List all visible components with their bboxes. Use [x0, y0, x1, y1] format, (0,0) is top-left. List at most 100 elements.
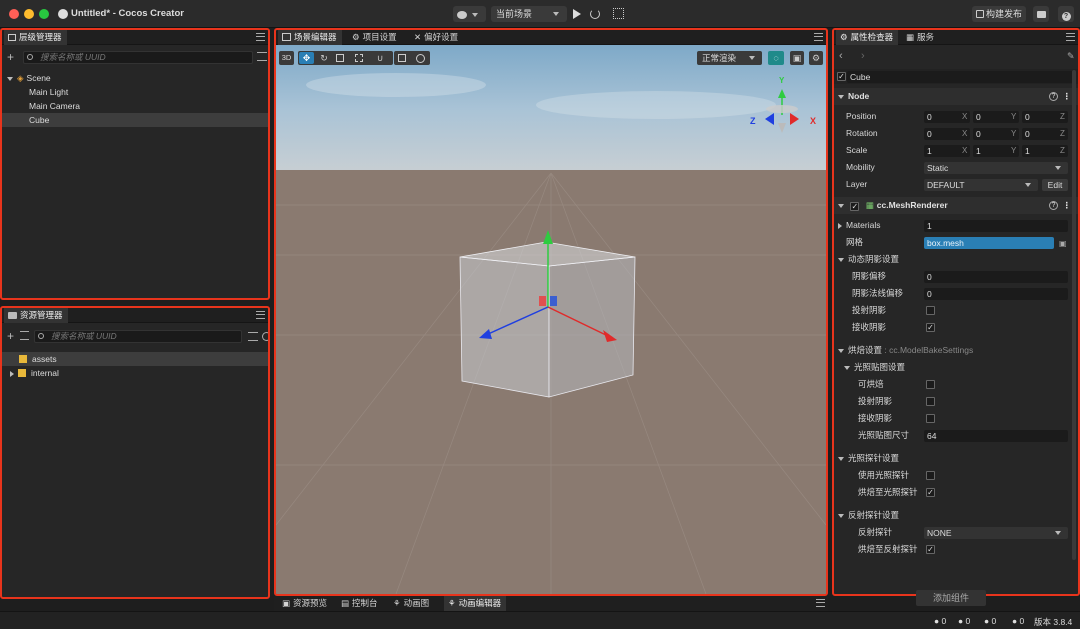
shadow-offset-input[interactable]: 0 — [924, 270, 1068, 283]
forward-icon[interactable]: › — [861, 50, 865, 62]
status-notification-count[interactable]: ● 0 — [1012, 616, 1024, 626]
bake-cast-shadow-checkbox[interactable] — [926, 397, 935, 406]
component-enabled-checkbox[interactable]: ✓ — [850, 202, 860, 211]
panel-menu-icon[interactable] — [814, 33, 823, 41]
add-component-button[interactable]: 添加组件 — [916, 590, 986, 606]
panel-menu-icon[interactable] — [1066, 33, 1075, 41]
tab-asset-preview[interactable]: ▣ 资源预览 — [278, 596, 332, 611]
lightmap-group[interactable]: 光照贴图设置 — [834, 360, 1078, 375]
back-icon[interactable]: ‹ — [839, 50, 843, 62]
more-icon[interactable]: ⋮ — [1063, 88, 1072, 105]
status-info-count[interactable]: ● 0 — [934, 616, 946, 626]
asset-item-internal[interactable]: internal — [2, 366, 268, 380]
play-icon[interactable] — [573, 9, 581, 19]
panel-menu-icon[interactable] — [816, 599, 825, 607]
camera-icon[interactable]: ▣ — [790, 51, 804, 65]
node-section-header[interactable]: Node ? ⋮ — [834, 88, 1078, 105]
snap-tool-icon[interactable]: ∪ — [373, 51, 387, 65]
layer-select[interactable]: DEFAULT — [924, 178, 1038, 191]
global-icon[interactable] — [416, 54, 425, 63]
refresh-icon[interactable] — [262, 332, 268, 341]
rect-tool-icon[interactable] — [355, 54, 363, 62]
add-asset-icon[interactable]: + — [7, 329, 14, 343]
move-tool-icon[interactable]: ✥ — [299, 52, 314, 64]
cast-shadow-checkbox[interactable] — [926, 306, 935, 315]
receive-shadow-checkbox[interactable]: ✓ — [926, 323, 935, 332]
qr-code-icon[interactable] — [613, 8, 624, 19]
more-icon[interactable]: ⋮ — [1063, 197, 1072, 214]
build-button[interactable]: 构建发布 — [972, 6, 1026, 22]
assets-search-input[interactable]: 搜索名称或 UUID — [34, 330, 242, 343]
help-icon[interactable]: ? — [1049, 201, 1058, 210]
status-log-count[interactable]: ● 0 — [958, 616, 970, 626]
tab-animation-graph[interactable]: ⚘ 动画图 — [389, 596, 434, 611]
status-error-count[interactable]: ● 0 — [984, 616, 996, 626]
image-icon: ▣ — [282, 598, 291, 608]
panel-menu-icon[interactable] — [256, 311, 265, 319]
use-light-probe-checkbox[interactable] — [926, 471, 935, 480]
shadow-normal-offset-input[interactable]: 0 — [924, 287, 1068, 300]
sort-icon[interactable] — [20, 331, 29, 340]
panel-menu-icon[interactable] — [256, 33, 265, 41]
platform-select[interactable] — [453, 6, 486, 22]
rotate-tool-icon[interactable]: ↻ — [317, 51, 331, 65]
tab-preferences[interactable]: ✕ 偏好设置 — [410, 30, 463, 45]
light-probe-group[interactable]: 光照探针设置 — [834, 451, 1078, 466]
tree-item-scene[interactable]: ◈ Scene — [2, 71, 268, 85]
node-name-input[interactable]: Cube — [847, 70, 1075, 83]
mesh-asset-field[interactable]: box.mesh — [924, 236, 1054, 249]
tab-services[interactable]: ▦ 服务 — [902, 30, 939, 45]
inspector-scrollbar[interactable] — [1072, 70, 1076, 560]
tree-item-main-light[interactable]: Main Light — [2, 85, 268, 99]
asset-item-assets[interactable]: assets — [2, 352, 268, 366]
reflection-probe-select[interactable]: NONE — [924, 526, 1068, 539]
gear-icon[interactable]: ⚙ — [809, 51, 823, 65]
render-mode-select[interactable]: 正常渲染 — [697, 51, 762, 65]
tab-animation-editor[interactable]: ⚘ 动画编辑器 — [444, 596, 507, 611]
mode-3d-button[interactable]: 3D — [279, 51, 294, 65]
scene-viewport[interactable] — [276, 45, 826, 594]
sort-icon[interactable] — [257, 52, 267, 61]
help-icon[interactable]: ? — [1049, 92, 1058, 101]
minimize-window-button[interactable] — [24, 9, 34, 19]
tab-console[interactable]: ▤ 控制台 — [337, 596, 383, 611]
mesh-renderer-header[interactable]: ✓ ▦ cc.MeshRenderer ? ⋮ — [834, 197, 1078, 214]
help-button[interactable]: ? — [1058, 6, 1074, 22]
list-icon[interactable] — [248, 332, 258, 341]
tab-assets[interactable]: 资源管理器 — [4, 308, 68, 323]
mobility-select[interactable]: Static — [924, 161, 1068, 174]
maximize-window-button[interactable] — [39, 9, 49, 19]
refresh-icon[interactable] — [590, 9, 600, 19]
tab-project-settings[interactable]: ⚙ 项目设置 — [348, 30, 402, 45]
reflection-probe-group-label: 反射探针设置 — [848, 510, 900, 520]
tree-item-cube[interactable]: Cube — [2, 113, 268, 127]
tab-scene-editor[interactable]: 场景编辑器 — [278, 30, 342, 45]
tab-inspector[interactable]: ⚙ 属性检查器 — [836, 30, 899, 45]
materials-count-input[interactable]: 1 — [924, 219, 1068, 232]
chevron-right-icon[interactable] — [838, 222, 842, 229]
bake-receive-shadow-checkbox[interactable] — [926, 414, 935, 423]
pin-icon[interactable]: ✎ — [1067, 51, 1075, 62]
lock-icon[interactable]: ▣ — [1059, 236, 1067, 251]
dynamic-shadow-group[interactable]: 动态阴影设置 — [834, 252, 1078, 267]
reflection-probe-group[interactable]: 反射探针设置 — [834, 508, 1078, 523]
close-window-button[interactable] — [9, 9, 19, 19]
lightmap-size-input[interactable]: 64 — [924, 429, 1068, 442]
layer-row: Layer DEFAULT Edit — [834, 177, 1078, 192]
pivot-icon[interactable] — [398, 54, 406, 62]
tree-item-main-camera[interactable]: Main Camera — [2, 99, 268, 113]
scene-select[interactable]: 当前场景 — [491, 6, 567, 22]
tab-hierarchy[interactable]: 层级管理器 — [4, 30, 67, 45]
add-node-icon[interactable]: + — [7, 50, 14, 64]
hierarchy-search-input[interactable]: 搜索名称或 UUID — [23, 51, 253, 64]
bake-settings-group[interactable]: 烘焙设置 : cc.ModelBakeSettings — [834, 343, 1078, 358]
bakeable-checkbox[interactable] — [926, 380, 935, 389]
bake-to-reflection-probe-checkbox[interactable]: ✓ — [926, 545, 935, 554]
layer-edit-button[interactable]: Edit — [1042, 178, 1068, 191]
node-active-checkbox[interactable]: ✓ — [837, 72, 846, 81]
scale-tool-icon[interactable] — [336, 54, 344, 62]
lightbulb-icon[interactable]: ◌ — [768, 51, 784, 65]
bake-to-light-probe-checkbox[interactable]: ✓ — [926, 488, 935, 497]
axis-z-label: Z — [1060, 129, 1065, 138]
open-folder-button[interactable] — [1033, 6, 1049, 22]
